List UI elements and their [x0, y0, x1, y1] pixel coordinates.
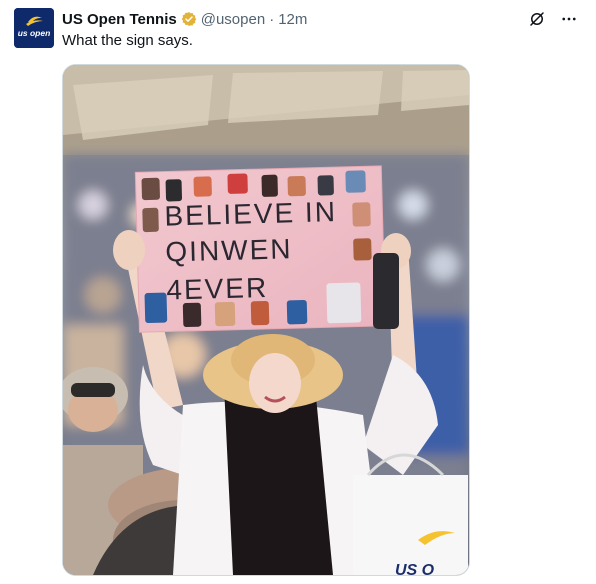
separator-dot: · — [269, 10, 275, 28]
more-icon[interactable] — [558, 8, 580, 30]
sign-line-3: 4EVER — [166, 272, 269, 306]
timestamp[interactable]: 12m — [278, 11, 307, 28]
sign-line-1: BELIEVE IN — [164, 196, 337, 232]
avatar-logo-text: us open — [18, 28, 51, 38]
tweet-text: What the sign says. — [62, 32, 193, 49]
tweet-photo[interactable]: US O BELIEVE IN QINWEN 4EVER — [62, 64, 470, 576]
handle[interactable]: @usopen — [201, 11, 265, 28]
stadium-roof — [63, 65, 469, 155]
verified-badge-icon — [181, 11, 197, 27]
sign-line-2: QINWEN — [165, 233, 293, 267]
avatar[interactable]: us open — [14, 8, 54, 48]
us-open-logo-icon: us open — [14, 8, 54, 48]
tweet: us open US Open Tennis @usopen · 12m Wha… — [0, 0, 596, 584]
grok-icon[interactable] — [526, 8, 548, 30]
display-name[interactable]: US Open Tennis — [62, 11, 177, 28]
sign: BELIEVE IN QINWEN 4EVER — [134, 165, 386, 333]
tweet-header: US Open Tennis @usopen · 12m — [62, 8, 307, 30]
photo-illustration: US O BELIEVE IN QINWEN 4EVER — [63, 65, 469, 575]
tweet-actions — [526, 8, 580, 30]
bag-logo-text: US O — [395, 562, 435, 575]
